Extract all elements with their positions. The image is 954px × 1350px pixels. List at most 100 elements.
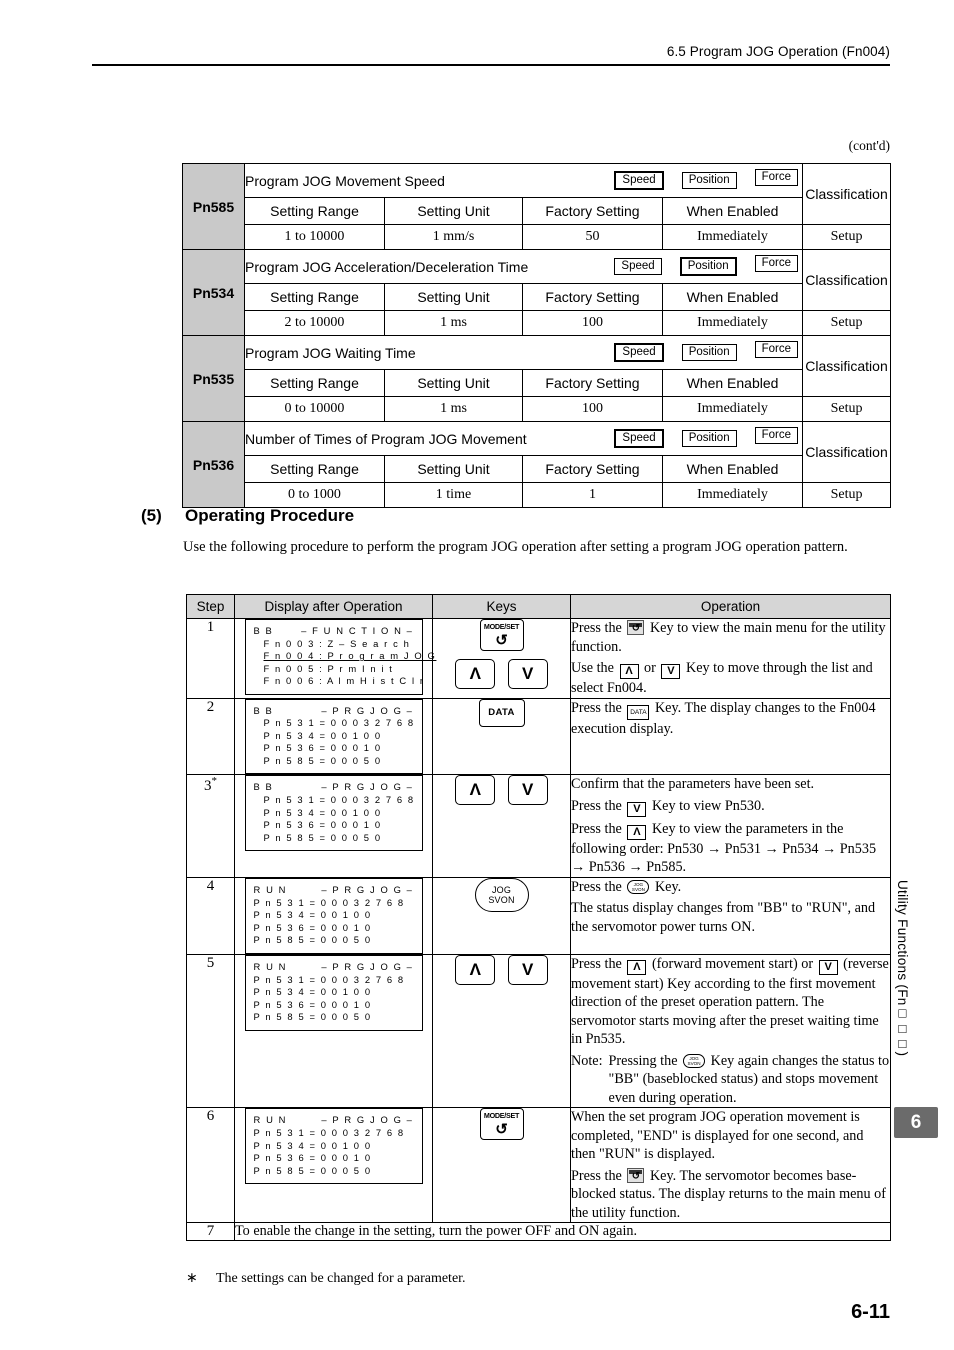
page-header: 6.5 Program JOG Operation (Fn004) <box>92 44 890 66</box>
table-row: 6 R U N – P R G J O G – P n 5 3 1 = 0 0 … <box>186 1107 891 1224</box>
footnote-marker: ∗ <box>186 1271 198 1286</box>
step-number: 4 <box>186 876 235 955</box>
lcd-title: – P R G J O G – <box>321 960 414 972</box>
badge-speed: Speed <box>614 429 664 448</box>
table-row: Pn536 Number of Times of Program JOG Mov… <box>182 421 892 508</box>
operation-text: Press the Key. The servomotor becomes ba… <box>571 1167 890 1223</box>
note-text: Pressing the SVON Key again changes the … <box>609 1052 890 1108</box>
col-when-enabled: When Enabled <box>661 369 804 397</box>
col-when-enabled: When Enabled <box>661 455 804 483</box>
data-key[interactable]: DATA <box>478 698 525 727</box>
modeset-key-label: MODE/SET <box>483 1111 520 1121</box>
col-setting-unit: Setting Unit <box>384 369 523 397</box>
step-number: 1 <box>186 618 235 699</box>
step-number: 3* <box>186 774 235 878</box>
modeset-key-label: MODE/SET <box>483 622 520 631</box>
down-arrow-icon: V <box>818 959 838 975</box>
operation-text: Press the V Key to view Pn530. <box>571 797 890 817</box>
up-arrow-icon: Λ <box>627 959 647 975</box>
display-panel-cell: B B – P R G J O G – P n 5 3 1 = 0 0 0 3 … <box>234 697 433 776</box>
applicability-badges: Speed Position Force <box>614 169 802 190</box>
classification-header: Classification <box>802 249 892 311</box>
down-key[interactable]: V <box>507 954 548 985</box>
param-code: Pn535 <box>182 335 245 422</box>
table-row: 2 B B – P R G J O G – P n 5 3 1 = 0 0 0 … <box>186 697 891 776</box>
step-number: 2 <box>186 697 235 776</box>
operation-cell: Press the Λ (forward movement start) or … <box>570 953 891 1109</box>
value-setting-unit: 1 ms <box>384 396 523 422</box>
keys-cell: Λ V <box>432 953 571 1109</box>
value-setting-range: 2 to 10000 <box>244 310 385 336</box>
col-header-operation: Operation <box>570 594 891 619</box>
lcd-line: P n 5 3 6 = 0 0 0 1 0 <box>253 998 372 1010</box>
display-panel-cell: B B – P R G J O G – P n 5 3 1 = 0 0 0 3 … <box>234 774 433 878</box>
param-code: Pn534 <box>182 249 245 336</box>
badge-force: Force <box>754 169 799 186</box>
param-code: Pn536 <box>182 421 245 508</box>
section-body: Use the following procedure to perform t… <box>183 539 848 555</box>
arrow-keys-group: Λ V <box>433 659 570 689</box>
badge-speed: Speed <box>614 343 664 362</box>
page-header-rule <box>92 64 890 66</box>
jog-svon-icon-line2: SVON <box>687 1061 701 1067</box>
applicability-badges: Speed Position Force <box>614 427 802 448</box>
up-key[interactable]: Λ <box>455 775 496 806</box>
badge-position: Position <box>681 172 737 189</box>
param-name: Program JOG Waiting Time <box>245 344 416 361</box>
step-footnote-marker: * <box>211 775 218 788</box>
down-key[interactable]: V <box>507 659 548 689</box>
operation-cell: Press the DATA Key. The display changes … <box>570 697 891 776</box>
down-key[interactable]: V <box>507 775 548 806</box>
operation-cell: Press the Key to view the main menu for … <box>570 618 891 699</box>
classification-header: Classification <box>802 163 892 225</box>
value-factory-setting: 50 <box>522 224 663 250</box>
classification-header: Classification <box>802 421 892 483</box>
operation-text-a: Press the <box>571 878 622 895</box>
lcd-status: R U N <box>253 1114 288 1126</box>
lcd-status: B B <box>253 781 274 793</box>
badge-force: Force <box>754 427 799 444</box>
procedure-header-row: Step Display after Operation Keys Operat… <box>186 594 891 619</box>
badge-force: Force <box>754 255 799 272</box>
lcd-line: P n 5 3 1 = 0 0 0 3 2 7 6 8 <box>253 1127 405 1139</box>
table-row: 1 to 10000 1 mm/s 50 Immediately Setup <box>183 224 892 250</box>
badge-position: Position <box>681 344 737 361</box>
lcd-title: – P R G J O G – <box>321 1114 414 1126</box>
col-setting-range: Setting Range <box>244 197 385 225</box>
table-row: Setting Range Setting Unit Factory Setti… <box>183 197 891 225</box>
page-number: 6-11 <box>851 1301 890 1323</box>
operation-cell: When the set program JOG operation movem… <box>570 1107 891 1224</box>
lcd-display: R U N – P R G J O G – P n 5 3 1 = 0 0 0 … <box>244 1108 423 1185</box>
lcd-line: P n 5 3 6 = 0 0 0 1 0 <box>263 742 382 754</box>
step-number: 5 <box>186 953 235 1109</box>
lcd-line: P n 5 3 1 = 0 0 0 3 2 7 6 8 <box>253 973 405 985</box>
operation-text: Press the Λ Key to view the parameters i… <box>571 820 890 877</box>
lcd-line: P n 5 3 4 = 0 0 1 0 0 <box>253 909 372 921</box>
keys-cell: DATA <box>432 697 571 776</box>
jog-svon-icon-line2: SVON <box>631 887 645 893</box>
operation-text-c: Key to move through the list and select … <box>571 660 873 696</box>
lcd-line: P n 5 8 5 = 0 0 0 5 0 <box>253 1011 372 1023</box>
applicability-badges: Speed Position Force <box>614 255 802 276</box>
up-arrow-icon: Λ <box>619 664 639 679</box>
badge-force: Force <box>754 341 799 358</box>
classification-header: Classification <box>802 335 892 397</box>
value-when-enabled: Immediately <box>661 224 804 250</box>
lcd-line: P n 5 3 6 = 0 0 0 1 0 <box>263 819 382 831</box>
operation-text-a: Press the <box>571 699 622 716</box>
lcd-display: B B – P R G J O G – P n 5 3 1 = 0 0 0 3 … <box>244 698 423 775</box>
up-arrow-icon: Λ <box>627 824 647 840</box>
jog-svon-key[interactable]: JOG SVON <box>474 877 529 912</box>
lcd-status: B B <box>253 704 274 716</box>
up-key[interactable]: Λ <box>455 659 496 689</box>
modeset-key[interactable]: MODE/SET ↺ <box>479 619 524 651</box>
operation-text-a: Press the <box>571 955 622 972</box>
col-header-step: Step <box>186 594 235 619</box>
col-factory-setting: Factory Setting <box>522 283 663 311</box>
table-row: 1 B B – F U N C T I O N – F n 0 0 3 : Z … <box>186 618 891 699</box>
table-row: 4 R U N – P R G J O G – P n 5 3 1 = 0 0 … <box>186 876 891 955</box>
modeset-key[interactable]: MODE/SET ↺ <box>479 1108 524 1141</box>
jog-svon-key-line2: SVON <box>488 895 515 906</box>
jog-svon-icon: SVON <box>683 1053 706 1068</box>
up-key[interactable]: Λ <box>455 954 496 985</box>
